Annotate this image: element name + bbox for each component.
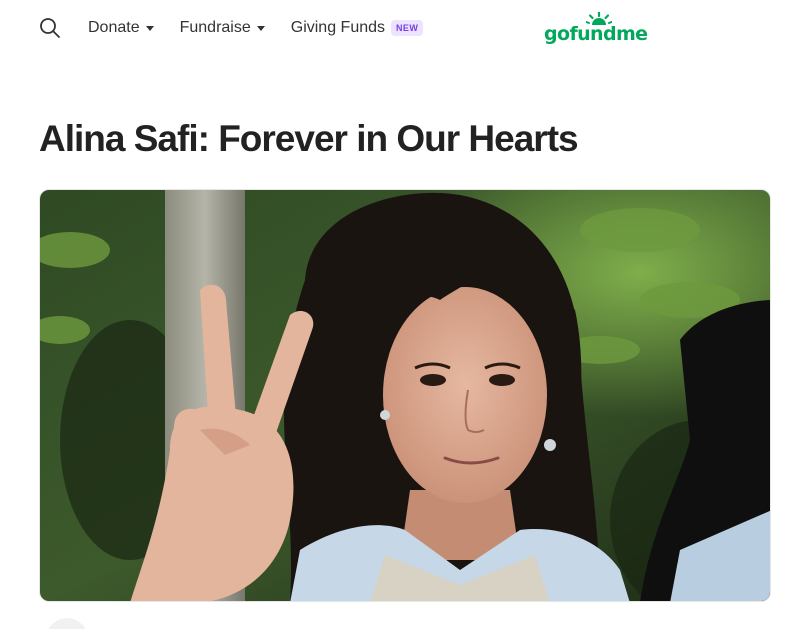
nav-fundraise[interactable]: Fundraise bbox=[180, 19, 265, 37]
chevron-down-icon bbox=[145, 26, 154, 31]
hero-photo bbox=[40, 190, 770, 601]
chevron-down-icon bbox=[256, 26, 265, 31]
nav-giving-funds-label: Giving Funds bbox=[290, 19, 386, 36]
top-navigation-bar: Donate Fundraise Giving Funds NEW gofund… bbox=[0, 0, 788, 60]
nav-giving-funds[interactable]: Giving Funds NEW bbox=[290, 19, 424, 37]
page-title: Alina Safi: Forever in Our Hearts bbox=[39, 118, 579, 159]
nav-donate[interactable]: Donate bbox=[88, 19, 154, 37]
page: Donate Fundraise Giving Funds NEW gofund… bbox=[0, 0, 788, 629]
nav-fundraise-label: Fundraise bbox=[179, 19, 251, 36]
search-button[interactable] bbox=[36, 14, 64, 42]
campaign-hero-image[interactable] bbox=[39, 189, 771, 602]
nav-donate-label: Donate bbox=[88, 19, 140, 36]
avatar bbox=[46, 618, 88, 629]
main-nav: Donate Fundraise Giving Funds NEW bbox=[88, 16, 424, 40]
search-icon bbox=[40, 18, 60, 38]
gofundme-logo[interactable]: gofundme bbox=[544, 10, 654, 48]
new-badge: NEW bbox=[391, 20, 424, 36]
logo-wordmark: gofundme bbox=[544, 23, 648, 45]
